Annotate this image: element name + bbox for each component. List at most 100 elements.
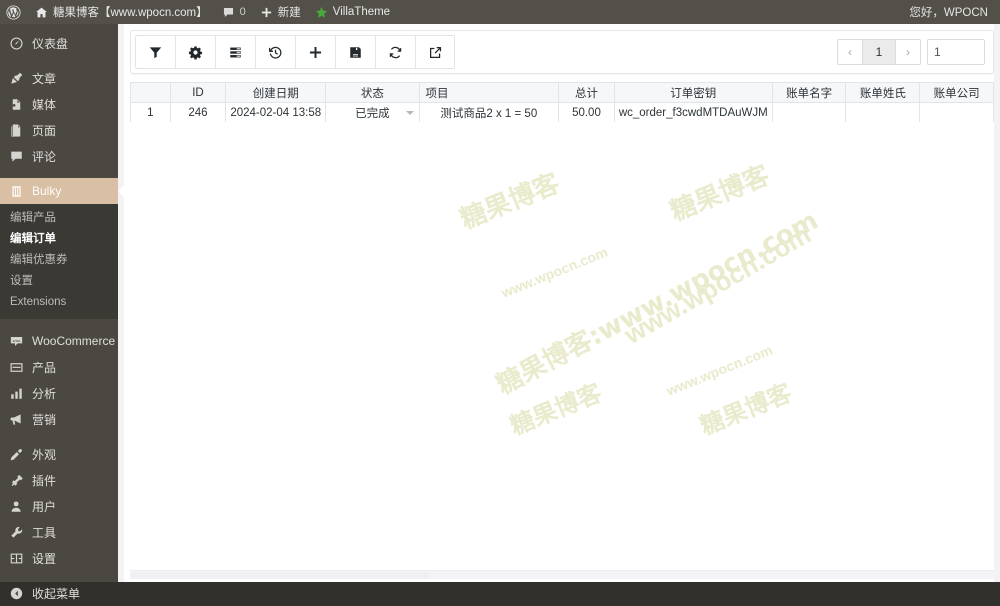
wp-logo-button[interactable]: [0, 0, 28, 24]
star-icon: [315, 6, 328, 19]
table-row[interactable]: 12462024-02-04 13:58已完成测试商品2 x 1 = 5050.…: [131, 103, 994, 123]
sidebar-item-label: 收起菜单: [32, 585, 80, 602]
sidebar-item-label: WooCommerce: [32, 334, 115, 348]
current-menu-arrow-icon: [118, 183, 126, 199]
horizontal-scrollbar[interactable]: [130, 570, 994, 579]
cell-bill_last[interactable]: [846, 103, 920, 123]
column-header-status[interactable]: 状态: [326, 83, 419, 103]
sidebar-item-bulky[interactable]: Bulky: [0, 178, 118, 204]
cell-id[interactable]: 246: [170, 103, 226, 123]
sidebar-item-users[interactable]: 用户: [0, 493, 118, 519]
sidebar-item-analytics[interactable]: 分析: [0, 380, 118, 406]
columns-button[interactable]: [215, 35, 255, 69]
external-link-button[interactable]: [415, 35, 455, 69]
submenu-item-edit-products[interactable]: 编辑产品: [0, 208, 118, 229]
sidebar-item-appearance[interactable]: 外观: [0, 441, 118, 467]
column-header-items[interactable]: 项目: [419, 83, 559, 103]
column-header-row[interactable]: [131, 83, 171, 103]
external-link-icon: [428, 45, 443, 60]
cell-bill_company[interactable]: [920, 103, 994, 123]
site-name-button[interactable]: 糖果博客【www.wpocn.com】: [28, 0, 215, 24]
watermark-text: 糖果博客: [504, 373, 606, 441]
cell-status[interactable]: 已完成: [326, 103, 419, 123]
sidebar-item-tools[interactable]: 工具: [0, 519, 118, 545]
sidebar-item-label: 设置: [32, 550, 56, 567]
comment-icon: [222, 6, 235, 19]
comments-bubble-button[interactable]: 0: [215, 0, 253, 24]
pages-icon: [8, 122, 25, 139]
watermark-text: www.wpocn.com: [619, 219, 816, 351]
column-header-id[interactable]: ID: [170, 83, 226, 103]
column-header-order_key[interactable]: 订单密钥: [614, 83, 772, 103]
submenu-item-edit-orders[interactable]: 编辑订单: [0, 229, 118, 250]
sidebar-item-label: 页面: [32, 122, 56, 139]
sidebar-item-marketing[interactable]: 营销: [0, 406, 118, 432]
prev-page-button[interactable]: ‹: [838, 40, 862, 64]
sidebar-item-label: 媒体: [32, 96, 56, 113]
users-icon: [8, 498, 25, 515]
sidebar-item-settings[interactable]: 设置: [0, 545, 118, 571]
current-page-number[interactable]: 1: [862, 40, 896, 64]
plus-icon: [260, 6, 273, 19]
content-right-edge: [994, 24, 1000, 582]
column-header-created[interactable]: 创建日期: [226, 83, 326, 103]
watermark-text: www.wpocn.com: [664, 342, 775, 399]
orders-table-header-row: ID创建日期状态项目总计订单密钥账单名字账单姓氏账单公司: [131, 83, 994, 103]
content-panel: 糖果博客糖果博客www.wpocn.comwww.wpocn.com糖果博客:w…: [124, 24, 1000, 582]
sidebar-item-posts[interactable]: 文章: [0, 65, 118, 91]
sidebar-item-dashboard[interactable]: 仪表盘: [0, 30, 118, 56]
watermark-text: 糖果博客: [454, 163, 564, 236]
sidebar-item-comments[interactable]: 评论: [0, 143, 118, 169]
column-header-total[interactable]: 总计: [559, 83, 615, 103]
new-content-button[interactable]: 新建: [253, 0, 308, 24]
sidebar-item-label: 产品: [32, 359, 56, 376]
sidebar-item-products[interactable]: 产品: [0, 354, 118, 380]
sidebar-item-woocommerce[interactable]: woo WooCommerce: [0, 328, 118, 354]
settings-button[interactable]: [175, 35, 215, 69]
orders-table-wrapper[interactable]: ID创建日期状态项目总计订单密钥账单名字账单姓氏账单公司 12462024-02…: [130, 82, 994, 122]
cell-row[interactable]: 1: [131, 103, 171, 123]
sidebar-item-pages[interactable]: 页面: [0, 117, 118, 143]
cell-bill_first[interactable]: [772, 103, 846, 123]
account-greeting[interactable]: 您好，WPOCN: [909, 4, 1000, 20]
refresh-button[interactable]: [375, 35, 415, 69]
comments-icon: [8, 148, 25, 165]
column-header-bill_first[interactable]: 账单名字: [772, 83, 846, 103]
watermark-text: 糖果博客: [664, 155, 774, 228]
cell-total[interactable]: 50.00: [559, 103, 615, 123]
watermark-text: www.wpocn.com: [499, 244, 610, 301]
history-button[interactable]: [255, 35, 295, 69]
add-row-button[interactable]: [295, 35, 335, 69]
submenu-item-edit-coupons[interactable]: 编辑优惠券: [0, 250, 118, 271]
filter-button[interactable]: [135, 35, 175, 69]
admin-bar-left: 糖果博客【www.wpocn.com】 0 新建: [0, 0, 397, 24]
posts-pin-icon: [8, 70, 25, 87]
submenu-item-settings[interactable]: 设置: [0, 271, 118, 292]
horizontal-scrollbar-thumb[interactable]: [130, 572, 430, 579]
bulky-icon: [8, 183, 25, 200]
gear-icon: [188, 45, 203, 60]
column-header-bill_last[interactable]: 账单姓氏: [846, 83, 920, 103]
sidebar-item-media[interactable]: 媒体: [0, 91, 118, 117]
column-header-bill_company[interactable]: 账单公司: [920, 83, 994, 103]
villatheme-button[interactable]: VillaTheme: [308, 0, 397, 24]
content-area: 糖果博客糖果博客www.wpocn.comwww.wpocn.com糖果博客:w…: [118, 24, 1000, 582]
sidebar-item-label: 评论: [32, 148, 56, 165]
save-button[interactable]: [335, 35, 375, 69]
sidebar-item-label: 外观: [32, 446, 56, 463]
cell-items[interactable]: 测试商品2 x 1 = 50: [419, 103, 559, 123]
sidebar-item-plugins[interactable]: 插件: [0, 467, 118, 493]
comments-count: 0: [240, 6, 246, 18]
pagination-control: ‹ 1 ›: [837, 39, 921, 65]
home-icon: [35, 6, 48, 19]
cell-created[interactable]: 2024-02-04 13:58: [226, 103, 326, 123]
sidebar-item-collapse-menu[interactable]: 收起菜单: [0, 580, 118, 606]
collapse-icon: [8, 585, 25, 602]
chevron-down-icon[interactable]: [406, 111, 414, 115]
cell-order_key[interactable]: wc_order_f3cwdMTDAuWJM: [614, 103, 772, 123]
sidebar-item-label: 分析: [32, 385, 56, 402]
svg-text:woo: woo: [13, 338, 21, 342]
page-number-input[interactable]: [927, 39, 985, 65]
submenu-item-extensions[interactable]: Extensions: [0, 292, 118, 313]
next-page-button[interactable]: ›: [896, 40, 920, 64]
